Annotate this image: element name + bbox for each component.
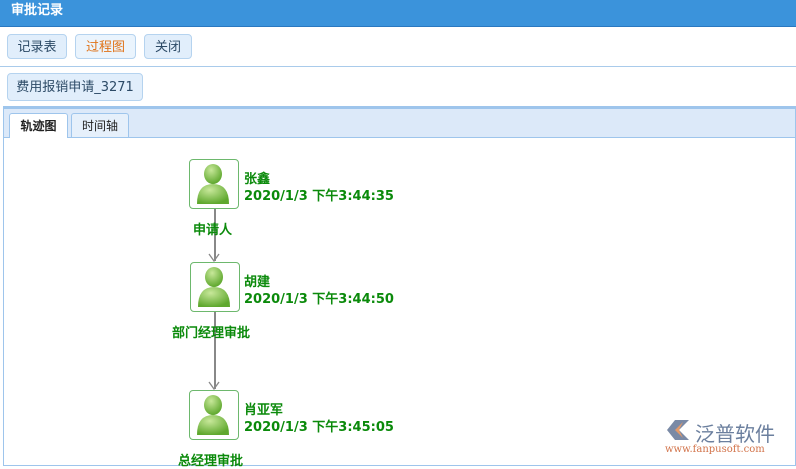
step-role: 部门经理审批 — [172, 326, 251, 341]
logo-icon — [667, 420, 689, 440]
step-role: 总经理审批 — [178, 454, 244, 469]
user-node[interactable] — [189, 390, 239, 440]
user-avatar-icon — [197, 164, 229, 204]
step-role: 申请人 — [193, 223, 233, 238]
fanpusoft-logo: 泛普软件 www.fanpusoft.com — [665, 418, 775, 455]
approval-time: 2020/1/3 下午3:45:05 — [244, 420, 394, 435]
approval-time: 2020/1/3 下午3:44:35 — [244, 189, 394, 204]
logo-brand: 泛普软件 — [695, 422, 775, 446]
user-node[interactable] — [189, 159, 239, 209]
user-node[interactable] — [190, 262, 240, 312]
logo-url: www.fanpusoft.com — [665, 444, 765, 455]
approval-time: 2020/1/3 下午3:44:50 — [244, 292, 394, 307]
user-avatar-icon — [197, 395, 229, 435]
arrowheads — [208, 253, 220, 391]
user-avatar-icon — [198, 267, 230, 307]
